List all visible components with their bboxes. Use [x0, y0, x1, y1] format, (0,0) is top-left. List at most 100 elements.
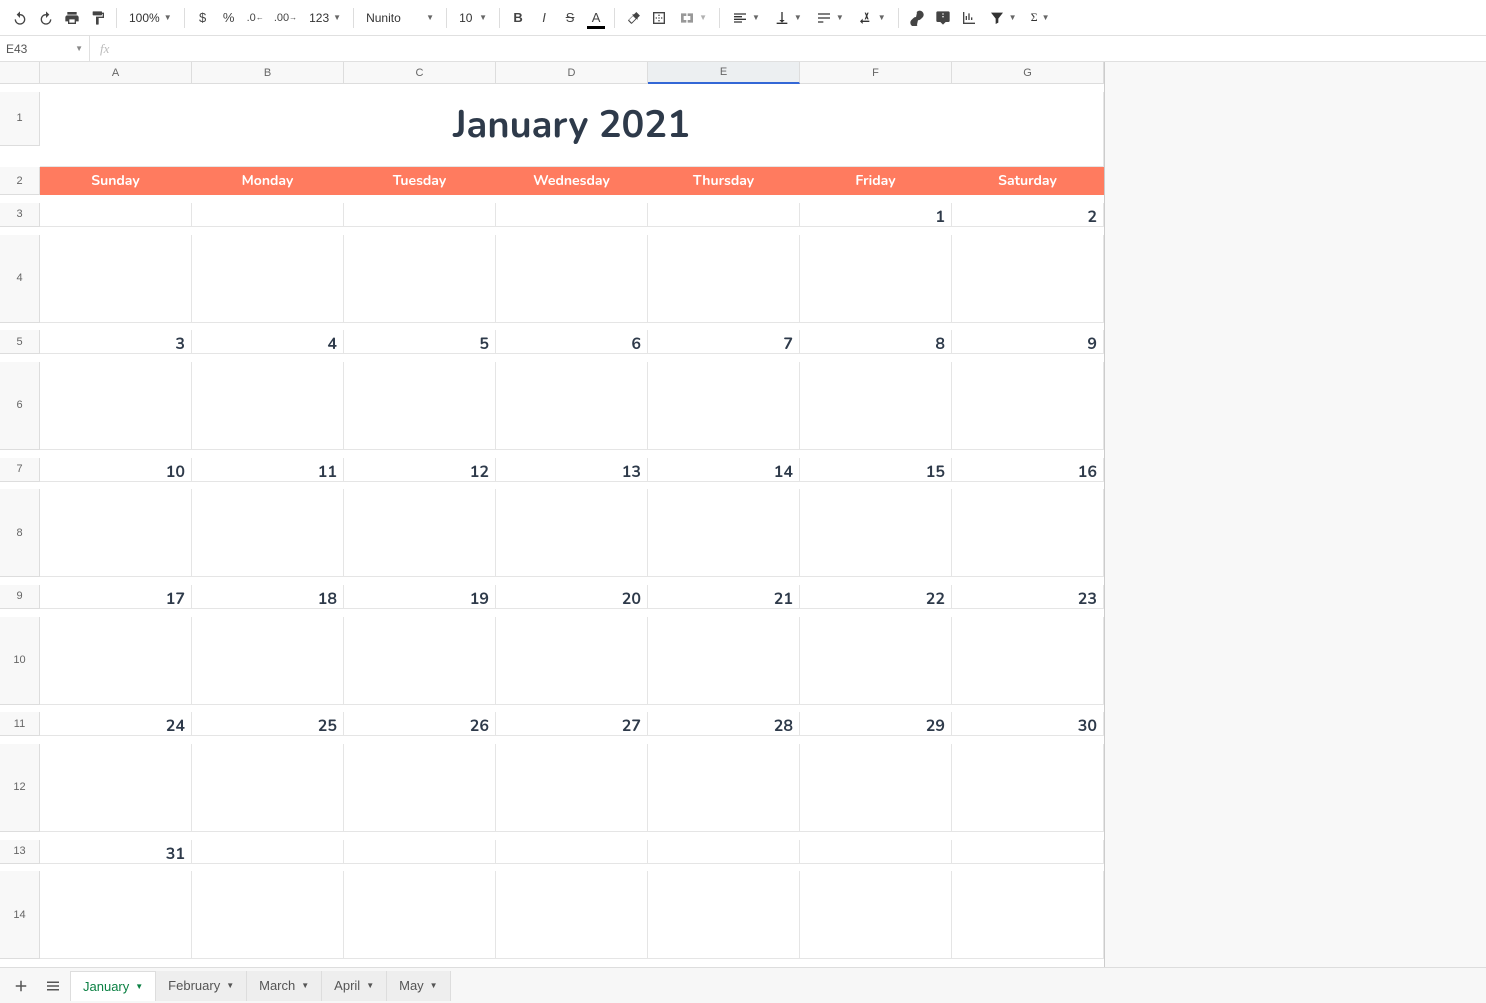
calendar-day-body[interactable]: [192, 617, 344, 705]
calendar-day-number[interactable]: 16: [952, 458, 1104, 482]
redo-button[interactable]: [34, 5, 58, 31]
bold-button[interactable]: B: [506, 5, 530, 31]
calendar-day-number[interactable]: [800, 840, 952, 864]
calendar-day-number[interactable]: [648, 840, 800, 864]
column-header-E[interactable]: E: [648, 62, 800, 84]
calendar-day-number[interactable]: 23: [952, 585, 1104, 609]
row-header-14[interactable]: 14: [0, 871, 40, 959]
calendar-day-number[interactable]: [344, 203, 496, 227]
calendar-day-body[interactable]: [40, 871, 192, 959]
calendar-day-number[interactable]: 13: [496, 458, 648, 482]
calendar-day-body[interactable]: [40, 744, 192, 832]
column-header-A[interactable]: A: [40, 62, 192, 84]
row-header-8[interactable]: 8: [0, 489, 40, 577]
text-rotation-dropdown[interactable]: ▼: [852, 5, 892, 31]
calendar-day-number[interactable]: 30: [952, 712, 1104, 736]
column-header-F[interactable]: F: [800, 62, 952, 84]
calendar-day-number[interactable]: 14: [648, 458, 800, 482]
add-sheet-button[interactable]: [6, 971, 36, 1001]
calendar-day-number[interactable]: 3: [40, 330, 192, 354]
calendar-day-body[interactable]: [952, 489, 1104, 577]
column-header-D[interactable]: D: [496, 62, 648, 84]
percent-button[interactable]: %: [217, 5, 241, 31]
sheet-tab-february[interactable]: February▼: [156, 971, 247, 1001]
row-header-2[interactable]: 2: [0, 167, 40, 195]
row-header-13[interactable]: 13: [0, 840, 40, 864]
calendar-day-body[interactable]: [496, 489, 648, 577]
row-header-10[interactable]: 10: [0, 617, 40, 705]
row-header-11[interactable]: 11: [0, 712, 40, 736]
calendar-day-number[interactable]: [192, 203, 344, 227]
calendar-day-number[interactable]: [648, 203, 800, 227]
calendar-day-body[interactable]: [192, 744, 344, 832]
row-header-9[interactable]: 9: [0, 585, 40, 609]
row-header-4[interactable]: 4: [0, 235, 40, 323]
calendar-day-body[interactable]: [496, 235, 648, 323]
calendar-day-body[interactable]: [648, 617, 800, 705]
calendar-day-body[interactable]: [496, 871, 648, 959]
row-header-5[interactable]: 5: [0, 330, 40, 354]
sheet-tab-january[interactable]: January▼: [70, 971, 156, 1001]
calendar-day-body[interactable]: [40, 489, 192, 577]
paint-format-button[interactable]: [86, 5, 110, 31]
row-header-3[interactable]: 3: [0, 203, 40, 227]
borders-button[interactable]: [647, 5, 671, 31]
italic-button[interactable]: I: [532, 5, 556, 31]
horizontal-align-dropdown[interactable]: ▼: [726, 5, 766, 31]
calendar-day-body[interactable]: [192, 235, 344, 323]
calendar-day-number[interactable]: 25: [192, 712, 344, 736]
calendar-day-number[interactable]: 21: [648, 585, 800, 609]
calendar-day-number[interactable]: 29: [800, 712, 952, 736]
increase-decimal-button[interactable]: .00→: [270, 5, 301, 31]
calendar-day-number[interactable]: 10: [40, 458, 192, 482]
strikethrough-button[interactable]: S: [558, 5, 582, 31]
calendar-day-body[interactable]: [800, 489, 952, 577]
more-formats-dropdown[interactable]: 123▼: [303, 5, 347, 31]
calendar-day-body[interactable]: [800, 362, 952, 450]
merge-cells-dropdown[interactable]: ▼: [673, 5, 713, 31]
currency-button[interactable]: $: [191, 5, 215, 31]
calendar-day-number[interactable]: 1: [800, 203, 952, 227]
calendar-day-body[interactable]: [952, 235, 1104, 323]
calendar-day-body[interactable]: [344, 871, 496, 959]
decrease-decimal-button[interactable]: .0←: [243, 5, 268, 31]
calendar-day-number[interactable]: 19: [344, 585, 496, 609]
calendar-day-body[interactable]: [192, 871, 344, 959]
vertical-align-dropdown[interactable]: ▼: [768, 5, 808, 31]
calendar-day-body[interactable]: [800, 871, 952, 959]
calendar-day-number[interactable]: 27: [496, 712, 648, 736]
calendar-day-number[interactable]: 28: [648, 712, 800, 736]
calendar-day-body[interactable]: [40, 362, 192, 450]
calendar-day-number[interactable]: 24: [40, 712, 192, 736]
calendar-day-number[interactable]: 20: [496, 585, 648, 609]
calendar-day-number[interactable]: [344, 840, 496, 864]
sheet-tab-may[interactable]: May▼: [387, 971, 450, 1001]
insert-chart-button[interactable]: [957, 5, 981, 31]
calendar-day-body[interactable]: [344, 744, 496, 832]
calendar-day-body[interactable]: [648, 362, 800, 450]
calendar-day-number[interactable]: 18: [192, 585, 344, 609]
calendar-day-number[interactable]: 31: [40, 840, 192, 864]
calendar-day-number[interactable]: 6: [496, 330, 648, 354]
calendar-day-number[interactable]: 9: [952, 330, 1104, 354]
calendar-day-body[interactable]: [344, 362, 496, 450]
calendar-day-body[interactable]: [344, 235, 496, 323]
calendar-day-number[interactable]: 17: [40, 585, 192, 609]
calendar-day-body[interactable]: [344, 489, 496, 577]
calendar-day-body[interactable]: [192, 489, 344, 577]
name-box[interactable]: E43 ▼: [0, 36, 90, 61]
calendar-day-body[interactable]: [648, 871, 800, 959]
calendar-day-body[interactable]: [952, 617, 1104, 705]
all-sheets-button[interactable]: [38, 971, 68, 1001]
column-header-C[interactable]: C: [344, 62, 496, 84]
calendar-day-body[interactable]: [496, 362, 648, 450]
calendar-day-body[interactable]: [952, 362, 1104, 450]
zoom-dropdown[interactable]: 100%▼: [123, 5, 178, 31]
column-header-B[interactable]: B: [192, 62, 344, 84]
calendar-day-body[interactable]: [952, 871, 1104, 959]
calendar-day-number[interactable]: 2: [952, 203, 1104, 227]
calendar-day-number[interactable]: 11: [192, 458, 344, 482]
insert-comment-button[interactable]: [931, 5, 955, 31]
select-all-corner[interactable]: [0, 62, 40, 84]
calendar-day-number[interactable]: [40, 203, 192, 227]
